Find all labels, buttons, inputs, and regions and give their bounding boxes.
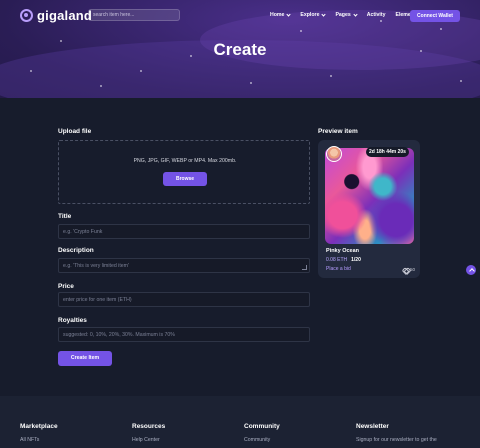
top-navbar: gigaland search item here... Home Explor… [0,6,480,24]
browse-button[interactable]: Browse [163,172,207,186]
menu-item-home[interactable]: Home [270,11,292,18]
preview-label: Preview item [318,128,358,135]
royalties-label: Royalties [58,317,87,324]
title-label: Title [58,213,72,220]
footer-heading: Resources [132,423,166,430]
footer-heading: Community [244,423,280,430]
price-value: 0.08 ETH [326,257,348,263]
description-label: Description [58,247,94,254]
footer-link[interactable]: Help Center [132,437,165,443]
title-input[interactable]: e.g. 'Crypto Funk [58,224,310,239]
newsletter-text: Signup for our newsletter to get the [356,437,437,443]
main-menu: Home Explore Pages Activity Elements [270,11,426,18]
countdown-timer: 2d 18h 44m 20s [366,147,409,157]
footer-heading: Newsletter [356,423,389,430]
nft-image [325,148,414,244]
connect-wallet-button[interactable]: Connect Wallet [410,10,460,22]
description-textarea[interactable]: e.g. 'This is very limited item' [58,258,310,273]
upload-hint: PNG, JPG, GIF, WEBP or MP4. Max 200mb. [133,158,237,164]
chevron-down-icon [286,11,292,17]
footer-heading: Marketplace [20,423,58,430]
footer-column-community: Community Community [244,423,280,443]
scroll-to-top-button[interactable] [466,265,476,275]
upload-dropzone[interactable]: PNG, JPG, GIF, WEBP or MP4. Max 200mb. B… [58,140,310,204]
item-quantity: 1/20 [351,257,361,263]
create-item-button[interactable]: Create Item [58,351,112,366]
item-name[interactable]: Pinky Ocean [326,248,359,254]
footer: Marketplace All NFTs Resources Help Cent… [0,396,480,448]
avatar[interactable] [326,146,342,162]
footer-link[interactable]: All NFTs [20,437,58,443]
hero-banner: gigaland search item here... Home Explor… [0,0,480,98]
footer-link[interactable]: Community [244,437,280,443]
item-price: 0.08 ETH 1/20 [326,257,361,263]
royalties-input[interactable]: suggested: 0, 10%, 20%, 30%. Maximum is … [58,327,310,342]
logo-text: gigaland [37,8,93,23]
menu-item-explore[interactable]: Explore [300,11,327,18]
logo-icon [20,9,33,22]
footer-column-resources: Resources Help Center [132,423,165,443]
heart-icon [403,268,408,272]
preview-card[interactable]: 2d 18h 44m 20s Pinky Ocean 0.08 ETH 1/20 … [318,140,420,278]
footer-column-marketplace: Marketplace All NFTs [20,423,58,443]
price-input[interactable]: enter price for one item (ETH) [58,292,310,307]
page-title: Create [213,40,267,59]
menu-item-pages[interactable]: Pages [335,11,358,18]
like-button[interactable]: 50 [403,267,415,272]
chevron-down-icon [321,11,327,17]
footer-column-newsletter: Newsletter Signup for our newsletter to … [356,423,437,443]
place-bid-link[interactable]: Place a bid [326,266,351,272]
chevron-down-icon [353,11,358,17]
logo[interactable]: gigaland [20,8,92,23]
menu-item-activity[interactable]: Activity [367,12,386,18]
price-label: Price [58,283,74,290]
upload-label: Upload file [58,128,92,135]
search-input[interactable]: search item here... [88,9,180,21]
